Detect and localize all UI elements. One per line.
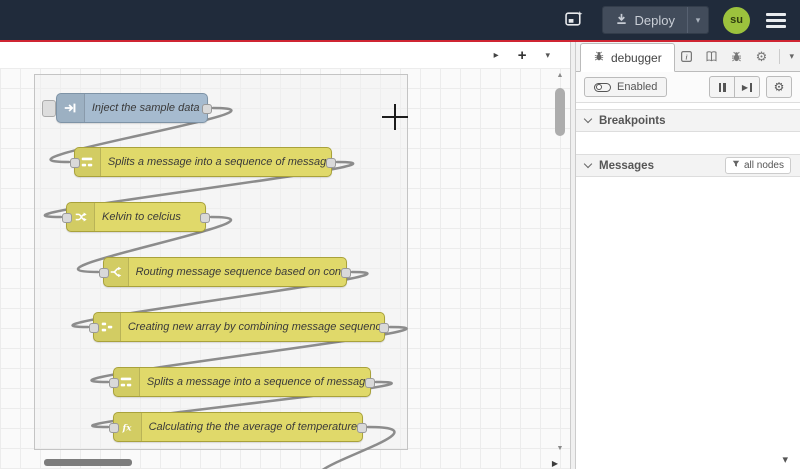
main-area: Inject the sample data Splits a message i… bbox=[0, 42, 800, 469]
svg-text:i: i bbox=[685, 52, 687, 61]
deploy-icon bbox=[615, 12, 628, 28]
vertical-scrollbar-thumb[interactable] bbox=[555, 88, 565, 136]
flow-tabbar: ▸ + ▾ bbox=[0, 42, 570, 68]
scroll-down-icon[interactable]: ▼ bbox=[555, 445, 565, 453]
messages-filter-button[interactable]: all nodes bbox=[724, 157, 791, 174]
output-port[interactable] bbox=[341, 268, 351, 278]
node-label: Splits a message into a sequence of mess… bbox=[146, 376, 370, 388]
debug-bug-tab-icon[interactable] bbox=[727, 42, 745, 71]
panel-icon bbox=[564, 10, 584, 30]
deploy-button[interactable]: Deploy bbox=[602, 7, 687, 33]
sidebar: debugger i ⚙ ▾ Enabled ▶ ⚙ Breakpoints M… bbox=[576, 42, 800, 469]
messages-list bbox=[576, 177, 800, 469]
input-port[interactable] bbox=[99, 268, 109, 278]
node-red-app: Deploy ▾ su Inject the sample data Splits… bbox=[0, 0, 800, 469]
step-button[interactable]: ▶ bbox=[734, 76, 760, 98]
tab-debugger-label: debugger bbox=[611, 50, 662, 65]
config-gear-tab-icon[interactable]: ⚙ bbox=[752, 42, 770, 71]
chevron-down-icon bbox=[583, 159, 593, 169]
breakpoints-section-header[interactable]: Breakpoints bbox=[576, 109, 800, 132]
debugger-enabled-toggle[interactable]: Enabled bbox=[584, 77, 668, 97]
pause-button[interactable] bbox=[709, 76, 735, 98]
flow-node[interactable]: Inject the sample data bbox=[42, 93, 212, 123]
flow-node[interactable]: Creating new array by combining message … bbox=[89, 312, 389, 342]
funnel-icon bbox=[732, 160, 740, 171]
filter-label: all nodes bbox=[743, 160, 784, 171]
svg-text:fx: fx bbox=[122, 424, 133, 434]
output-port[interactable] bbox=[379, 323, 389, 333]
info-tab-icon[interactable]: i bbox=[677, 42, 695, 71]
output-port[interactable] bbox=[357, 423, 367, 433]
debugger-settings-button[interactable]: ⚙ bbox=[766, 76, 792, 98]
node-label: Calculating the the average of temperatu… bbox=[148, 421, 358, 433]
scroll-up-icon[interactable]: ▲ bbox=[555, 72, 565, 80]
input-port[interactable] bbox=[70, 158, 80, 168]
input-port[interactable] bbox=[89, 323, 99, 333]
flow-canvas[interactable]: Inject the sample data Splits a message i… bbox=[0, 42, 570, 469]
toggle-icon bbox=[594, 82, 611, 92]
tab-scroll-right-button[interactable]: ▸ bbox=[492, 50, 501, 61]
output-port[interactable] bbox=[365, 378, 375, 388]
chevron-down-icon: ▾ bbox=[695, 14, 701, 25]
messages-label: Messages bbox=[599, 159, 654, 172]
flow-node[interactable]: Splits a message into a sequence of mess… bbox=[70, 147, 336, 177]
hamburger-icon bbox=[766, 12, 786, 16]
horizontal-scrollbar[interactable] bbox=[2, 458, 546, 467]
scroll-right-icon[interactable]: ▶ bbox=[552, 459, 558, 468]
flow-node[interactable]: Routing message sequence based on condit… bbox=[99, 257, 351, 287]
flow-node[interactable]: Kelvin to celcius bbox=[62, 202, 210, 232]
node-label: Splits a message into a sequence of mess… bbox=[107, 156, 331, 168]
pause-icon bbox=[718, 82, 721, 92]
flow-node[interactable]: fx Calculating the the average of tempera… bbox=[109, 412, 367, 442]
horizontal-scrollbar-thumb[interactable] bbox=[44, 459, 132, 466]
sidebar-collapse-caret[interactable]: ▾ bbox=[776, 452, 794, 467]
breakpoints-list bbox=[576, 132, 800, 154]
user-avatar[interactable]: su bbox=[723, 6, 750, 34]
chevron-down-icon bbox=[583, 114, 593, 124]
flow-node[interactable]: Splits a message into a sequence of mess… bbox=[109, 367, 375, 397]
panel-button[interactable] bbox=[561, 7, 588, 33]
node-label: Routing message sequence based on condit… bbox=[135, 266, 346, 278]
breakpoints-label: Breakpoints bbox=[599, 114, 666, 127]
main-menu-button[interactable] bbox=[764, 10, 788, 31]
node-label: Creating new array by combining message … bbox=[127, 321, 384, 333]
tab-debugger[interactable]: debugger bbox=[580, 43, 675, 72]
sidebar-icon-tabs: i ⚙ ▾ bbox=[677, 42, 800, 71]
output-port[interactable] bbox=[202, 104, 212, 114]
node-label: Inject the sample data bbox=[91, 102, 200, 114]
app-header: Deploy ▾ su bbox=[0, 0, 800, 40]
inject-icon bbox=[57, 94, 85, 122]
tabbar-divider bbox=[779, 49, 781, 64]
crosshair-cursor bbox=[382, 104, 408, 130]
enabled-label: Enabled bbox=[617, 81, 658, 93]
inject-run-button[interactable] bbox=[42, 100, 56, 117]
debugger-toolbar: Enabled ▶ ⚙ bbox=[576, 72, 800, 103]
output-port[interactable] bbox=[326, 158, 336, 168]
deploy-button-group: Deploy ▾ bbox=[601, 6, 709, 34]
flow-list-button[interactable]: ▾ bbox=[543, 50, 552, 61]
debugger-tab-icon bbox=[593, 50, 605, 65]
step-icon: ▶ bbox=[741, 82, 749, 92]
output-port[interactable] bbox=[200, 213, 210, 223]
input-port[interactable] bbox=[109, 378, 119, 388]
messages-section-header[interactable]: Messages all nodes bbox=[576, 154, 800, 177]
vertical-scrollbar[interactable]: ▲ ▼ bbox=[555, 72, 565, 453]
help-book-tab-icon[interactable] bbox=[702, 42, 720, 71]
node-label: Kelvin to celcius bbox=[102, 211, 181, 223]
sidebar-tabbar: debugger i ⚙ ▾ bbox=[576, 42, 800, 72]
deploy-options-button[interactable]: ▾ bbox=[687, 7, 708, 33]
add-flow-button[interactable]: + bbox=[516, 47, 529, 64]
input-port[interactable] bbox=[62, 213, 72, 223]
sidebar-tabs-menu-icon[interactable]: ▾ bbox=[789, 51, 794, 62]
input-port[interactable] bbox=[109, 423, 119, 433]
deploy-label: Deploy bbox=[634, 12, 675, 28]
